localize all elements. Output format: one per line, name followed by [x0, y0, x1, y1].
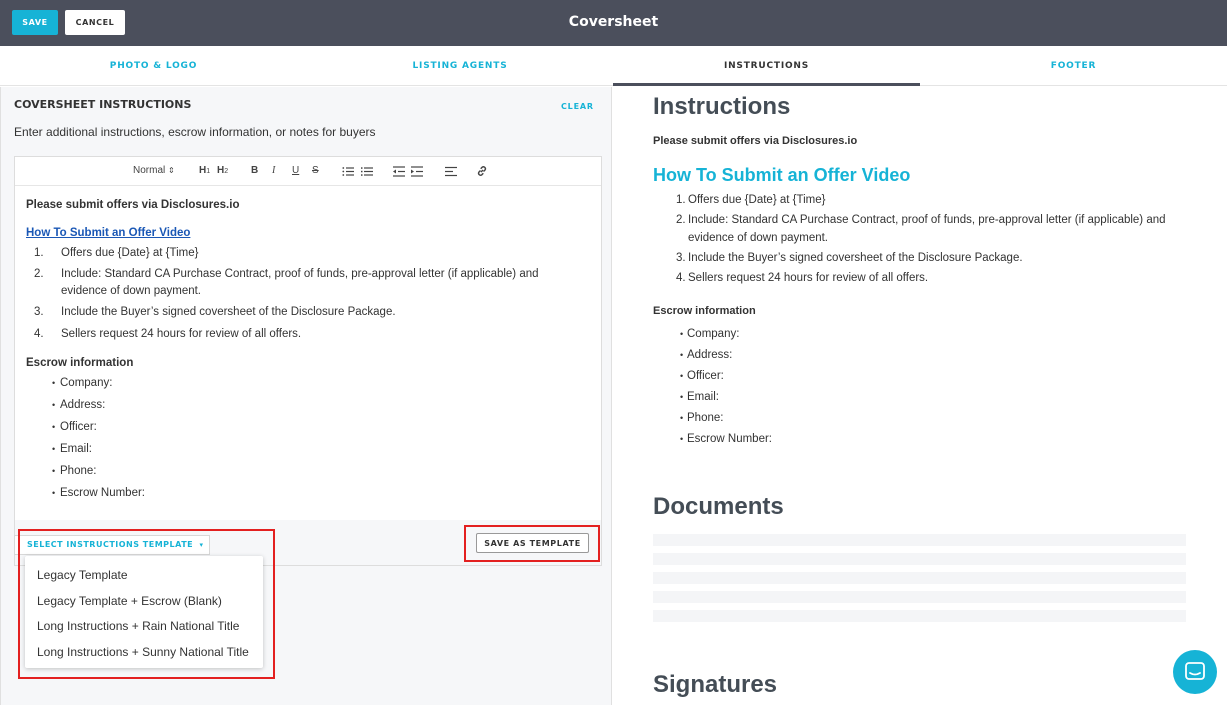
list-item: Email:	[26, 440, 586, 459]
list-item: Phone:	[653, 408, 772, 429]
format-select[interactable]: Normal ⇕	[133, 165, 175, 176]
list-item: Company:	[653, 324, 772, 345]
tab-bar: PHOTO & LOGO LISTING AGENTS INSTRUCTIONS…	[0, 46, 1227, 86]
list-item: Officer:	[653, 366, 772, 387]
chat-launcher-button[interactable]	[1173, 650, 1217, 694]
underline-button[interactable]: U	[292, 165, 299, 176]
section-description: Enter additional instructions, escrow in…	[14, 125, 376, 139]
list-item: 2. Include: Standard CA Purchase Contract…	[676, 214, 1166, 244]
align-left-icon[interactable]	[445, 166, 457, 177]
list-item: 1. Offers due {Date} at {Time}	[34, 246, 199, 259]
list-item: Phone:	[26, 462, 586, 481]
document-placeholder-row	[653, 553, 1186, 565]
tab-footer[interactable]: FOOTER	[920, 46, 1227, 86]
document-placeholder-row	[653, 534, 1186, 546]
list-item: Escrow Number:	[653, 429, 772, 450]
preview-escrow-list: Company: Address: Officer: Email: Phone:…	[653, 324, 772, 450]
editor-intro: Please submit offers via Disclosures.io	[26, 199, 240, 211]
list-item: Address:	[653, 345, 772, 366]
list-item: Escrow Number:	[26, 484, 586, 503]
list-item: Company:	[26, 374, 586, 393]
list-item: Officer:	[26, 418, 586, 437]
list-item: 1. Offers due {Date} at {Time}	[676, 194, 826, 206]
document-placeholder-row	[653, 610, 1186, 622]
top-bar: SAVE CANCEL Coversheet	[0, 0, 1227, 46]
editor-content[interactable]: Please submit offers via Disclosures.io …	[26, 197, 586, 506]
outdent-icon[interactable]	[393, 166, 405, 177]
preview-signatures-heading: Signatures	[653, 671, 778, 698]
list-item: 4. Sellers request 24 hours for review of…	[676, 272, 929, 284]
tab-photo-logo[interactable]: PHOTO & LOGO	[0, 46, 307, 86]
document-placeholder-row	[653, 591, 1186, 603]
preview-documents-heading: Documents	[653, 493, 784, 520]
preview-intro: Please submit offers via Disclosures.io	[653, 135, 858, 147]
list-item: 4. Sellers request 24 hours for review of…	[34, 327, 302, 340]
ordered-list-icon[interactable]	[342, 166, 354, 177]
list-item: 3. Include the Buyer’s signed coversheet …	[676, 251, 1023, 264]
heading-2-button[interactable]: H2	[217, 165, 228, 176]
heading-1-button[interactable]: H1	[199, 165, 210, 176]
clear-button[interactable]: CLEAR	[561, 102, 594, 111]
bold-button[interactable]: B	[251, 165, 258, 176]
preview-video-heading: How To Submit an Offer Video	[653, 165, 911, 185]
preview-steps-list: 1. Offers due {Date} at {Time} 2. Include:…	[653, 192, 1193, 290]
strikethrough-button[interactable]: S	[312, 165, 319, 176]
document-placeholder-row	[653, 572, 1186, 584]
indent-icon[interactable]	[411, 166, 423, 177]
list-item: Address:	[26, 396, 586, 415]
bullet-list-icon[interactable]	[361, 166, 373, 177]
page-title: Coversheet	[568, 14, 659, 30]
instructions-editor-panel: COVERSHEET INSTRUCTIONS CLEAR Enter addi…	[0, 87, 612, 705]
list-item: 3. Include the Buyer’s signed coversheet …	[34, 306, 396, 319]
section-title: COVERSHEET INSTRUCTIONS	[14, 98, 192, 111]
link-icon[interactable]	[476, 165, 488, 177]
rich-text-editor[interactable]: Normal ⇕ H1 H2 B I U S Please submit off…	[14, 156, 602, 521]
italic-button[interactable]: I	[272, 165, 275, 176]
coversheet-preview: Instructions Please submit offers via Di…	[613, 87, 1227, 705]
list-item: Email:	[653, 387, 772, 408]
escrow-heading: Escrow information	[26, 356, 134, 369]
preview-instructions-heading: Instructions	[653, 93, 791, 120]
tab-listing-agents[interactable]: LISTING AGENTS	[307, 46, 613, 86]
preview-escrow-heading: Escrow information	[653, 305, 756, 317]
highlight-box-save-template	[464, 525, 600, 562]
offer-video-link[interactable]: How To Submit an Offer Video	[26, 225, 586, 242]
tab-instructions[interactable]: INSTRUCTIONS	[613, 46, 920, 86]
editor-toolbar: Normal ⇕ H1 H2 B I U S	[15, 157, 601, 186]
list-item: 2. Include: Standard CA Purchase Contract…	[34, 267, 539, 297]
chat-bubble-icon	[1185, 662, 1205, 680]
highlight-box-select-template	[18, 529, 275, 679]
up-down-arrows-icon: ⇕	[168, 166, 175, 175]
